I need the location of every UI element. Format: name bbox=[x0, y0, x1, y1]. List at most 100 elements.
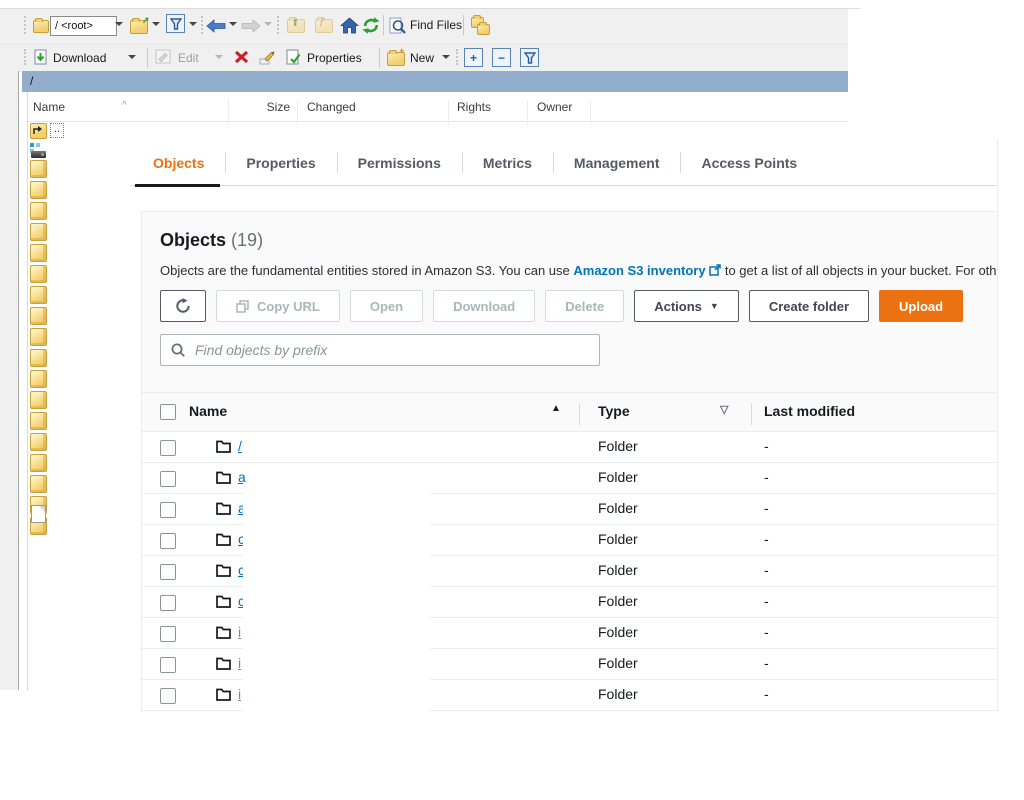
root-directory-icon[interactable] bbox=[315, 19, 333, 33]
folder-icon[interactable] bbox=[30, 454, 47, 472]
open-directory-dropdown-icon[interactable] bbox=[152, 22, 160, 30]
row-checkbox[interactable] bbox=[160, 688, 176, 704]
select-all-checkbox[interactable] bbox=[160, 404, 176, 420]
folder-icon[interactable] bbox=[30, 286, 47, 304]
filter-dropdown-icon[interactable] bbox=[189, 22, 197, 30]
folder-icon[interactable] bbox=[30, 433, 47, 451]
refresh-icon[interactable] bbox=[362, 17, 380, 34]
toolbar-grip[interactable] bbox=[456, 49, 461, 65]
s3-tab[interactable]: Properties bbox=[225, 140, 336, 185]
drive-icon[interactable] bbox=[30, 143, 47, 158]
home-icon[interactable] bbox=[340, 17, 359, 34]
column-divider[interactable] bbox=[590, 100, 591, 125]
folder-icon[interactable] bbox=[30, 328, 47, 346]
folder-icon[interactable] bbox=[30, 307, 47, 325]
column-divider[interactable] bbox=[297, 100, 298, 125]
address-dropdown-icon[interactable] bbox=[115, 22, 123, 30]
row-checkbox[interactable] bbox=[160, 595, 176, 611]
column-divider[interactable] bbox=[228, 100, 229, 125]
open-button[interactable]: Open bbox=[350, 290, 423, 322]
row-checkbox[interactable] bbox=[160, 533, 176, 549]
folder-icon[interactable] bbox=[30, 244, 47, 262]
column-header-size[interactable]: Size bbox=[238, 100, 290, 114]
toolbar-grip[interactable] bbox=[277, 16, 282, 34]
search-input[interactable] bbox=[193, 341, 589, 359]
object-name-link[interactable]: i bbox=[238, 624, 241, 640]
s3-tab[interactable]: Permissions bbox=[337, 140, 462, 185]
back-history-dropdown-icon[interactable] bbox=[229, 22, 237, 30]
address-combobox[interactable]: / <root> bbox=[50, 16, 117, 36]
column-divider[interactable] bbox=[448, 100, 449, 125]
edit-dropdown-icon[interactable] bbox=[215, 55, 223, 63]
parent-directory-label[interactable]: .. bbox=[50, 123, 64, 138]
toolbar-grip[interactable] bbox=[24, 16, 29, 34]
delete-button[interactable]: Delete bbox=[545, 290, 624, 322]
winscp-toolbar-commands: Download Edit Properties ✦ New + − bbox=[0, 44, 848, 72]
rename-icon[interactable] bbox=[259, 49, 276, 65]
column-header-changed[interactable]: Changed bbox=[307, 100, 356, 114]
object-name-link[interactable]: i bbox=[238, 655, 241, 671]
folder-icon[interactable] bbox=[30, 265, 47, 283]
upload-button[interactable]: Upload bbox=[879, 290, 963, 322]
forward-icon[interactable] bbox=[241, 19, 261, 33]
properties-button[interactable]: Properties bbox=[307, 51, 362, 65]
s3-tab[interactable]: Management bbox=[553, 140, 681, 185]
download-button[interactable]: Download bbox=[53, 51, 106, 65]
folder-icon[interactable] bbox=[30, 370, 47, 388]
folder-icon[interactable] bbox=[30, 160, 47, 178]
s3-tab[interactable]: Metrics bbox=[462, 140, 553, 185]
new-dropdown-icon[interactable] bbox=[442, 55, 450, 63]
download-button[interactable]: Download bbox=[433, 290, 535, 322]
filter-button[interactable] bbox=[166, 14, 185, 33]
sortable-icon[interactable]: ▽ bbox=[720, 403, 728, 416]
panel-filter-button[interactable] bbox=[520, 48, 539, 67]
create-folder-button[interactable]: Create folder bbox=[749, 290, 869, 322]
refresh-button[interactable] bbox=[160, 290, 206, 322]
forward-history-dropdown-icon[interactable] bbox=[264, 22, 272, 30]
column-header-owner[interactable]: Owner bbox=[537, 100, 572, 114]
folder-icon[interactable] bbox=[30, 202, 47, 220]
row-checkbox[interactable] bbox=[160, 564, 176, 580]
file-icon[interactable] bbox=[31, 505, 46, 523]
row-checkbox[interactable] bbox=[160, 626, 176, 642]
row-checkbox[interactable] bbox=[160, 502, 176, 518]
row-checkbox[interactable] bbox=[160, 440, 176, 456]
download-dropdown-icon[interactable] bbox=[128, 55, 136, 63]
toolbar-grip[interactable] bbox=[24, 49, 29, 65]
column-header-type[interactable]: Type bbox=[598, 403, 630, 419]
decrease-font-button[interactable]: − bbox=[492, 48, 511, 67]
object-name-link[interactable]: i bbox=[238, 686, 241, 702]
row-checkbox[interactable] bbox=[160, 657, 176, 673]
s3-tab[interactable]: Access Points bbox=[680, 140, 818, 185]
increase-font-button[interactable]: + bbox=[464, 48, 483, 67]
current-path-bar[interactable]: / bbox=[22, 71, 848, 92]
object-type: Folder bbox=[598, 686, 638, 702]
sort-ascending-icon[interactable]: ▲ bbox=[551, 403, 561, 414]
column-header-rights[interactable]: Rights bbox=[457, 100, 491, 114]
find-files-icon[interactable] bbox=[389, 17, 406, 34]
column-header-name[interactable]: Name bbox=[33, 100, 65, 114]
folder-icon[interactable] bbox=[30, 181, 47, 199]
find-files-button[interactable]: Find Files bbox=[410, 18, 462, 32]
delete-icon[interactable] bbox=[234, 50, 249, 64]
folder-icon[interactable] bbox=[30, 475, 47, 493]
object-search-box[interactable] bbox=[160, 334, 600, 366]
edit-button[interactable]: Edit bbox=[178, 51, 199, 65]
column-header-last-modified[interactable]: Last modified bbox=[764, 403, 855, 419]
back-icon[interactable] bbox=[206, 19, 226, 33]
external-link-icon[interactable] bbox=[709, 264, 721, 276]
folder-icon[interactable] bbox=[30, 391, 47, 409]
actions-dropdown-button[interactable]: Actions▼ bbox=[634, 290, 739, 322]
folder-icon[interactable] bbox=[30, 349, 47, 367]
s3-inventory-link[interactable]: Amazon S3 inventory bbox=[573, 263, 705, 278]
s3-tab[interactable]: Objects bbox=[132, 140, 225, 185]
row-checkbox[interactable] bbox=[160, 471, 176, 487]
object-row[interactable]: / Folder - bbox=[142, 432, 998, 463]
column-divider[interactable] bbox=[527, 100, 528, 125]
copy-url-button[interactable]: Copy URL bbox=[216, 290, 340, 322]
new-button[interactable]: New bbox=[410, 51, 434, 65]
folder-icon[interactable] bbox=[30, 223, 47, 241]
object-name-link[interactable]: / bbox=[238, 438, 242, 454]
folder-icon[interactable] bbox=[30, 412, 47, 430]
column-header-name[interactable]: Name bbox=[189, 403, 227, 419]
